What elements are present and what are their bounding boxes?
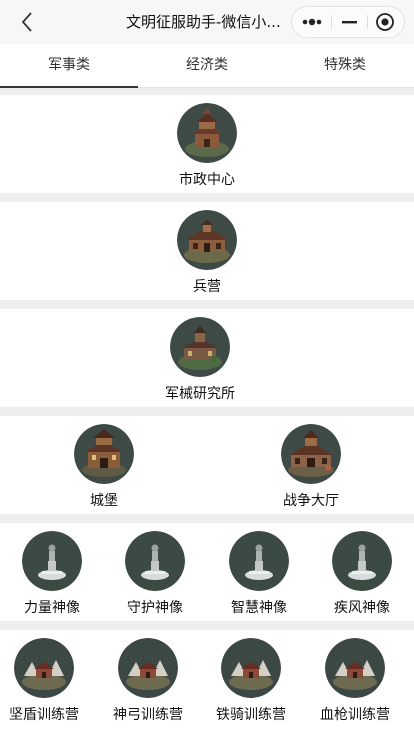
training-camp-icon xyxy=(325,638,385,698)
navigation-bar: 文明征服助手-微信小... xyxy=(0,0,414,44)
section-armory: 军械研究所 xyxy=(0,309,414,407)
target-close-icon xyxy=(376,13,394,31)
building-label: 铁骑训练营 xyxy=(216,707,286,723)
building-card[interactable]: 力量神像 xyxy=(0,531,104,617)
page-title: 文明征服助手-微信小... xyxy=(126,13,281,31)
section-statues: 力量神像 守护神像 智慧神像 疾风神像 xyxy=(0,523,414,621)
building-label: 血枪训练营 xyxy=(320,707,390,723)
tab-economy[interactable]: 经济类 xyxy=(138,44,276,86)
building-card[interactable]: 神弓训练营 xyxy=(96,638,200,724)
statue-icon xyxy=(125,531,185,591)
more-button[interactable] xyxy=(292,7,331,37)
city-hall-icon xyxy=(177,103,237,163)
statue-icon xyxy=(332,531,392,591)
castle-icon xyxy=(74,424,134,484)
building-label: 军械研究所 xyxy=(165,386,235,402)
chevron-left-icon xyxy=(21,12,32,32)
section-training-camps: 坚盾训练营 神弓训练营 铁骑训练营 血枪训练营 xyxy=(0,630,414,736)
building-label: 神弓训练营 xyxy=(113,707,183,723)
building-label: 市政中心 xyxy=(179,172,235,188)
building-label: 智慧神像 xyxy=(231,600,287,616)
building-label: 兵营 xyxy=(193,279,221,295)
building-label: 力量神像 xyxy=(24,600,80,616)
building-label: 城堡 xyxy=(90,493,118,509)
minimize-button[interactable] xyxy=(332,7,367,37)
tab-military[interactable]: 军事类 xyxy=(0,44,138,88)
building-card[interactable]: 疾风神像 xyxy=(310,531,414,617)
minus-icon xyxy=(342,21,357,24)
building-card[interactable]: 兵营 xyxy=(155,210,259,296)
tab-special[interactable]: 特殊类 xyxy=(276,44,414,86)
building-card[interactable]: 坚盾训练营 xyxy=(0,638,96,724)
building-card[interactable]: 铁骑训练营 xyxy=(199,638,303,724)
building-card[interactable]: 智慧神像 xyxy=(207,531,311,617)
barracks-icon xyxy=(177,210,237,270)
section-barracks: 兵营 xyxy=(0,202,414,300)
building-label: 战争大厅 xyxy=(283,493,339,509)
war-hall-icon xyxy=(281,424,341,484)
building-card[interactable]: 军械研究所 xyxy=(148,317,252,403)
training-camp-icon xyxy=(221,638,281,698)
training-camp-icon xyxy=(14,638,74,698)
building-card[interactable]: 战争大厅 xyxy=(259,424,363,510)
close-button[interactable] xyxy=(368,7,405,37)
building-card[interactable]: 城堡 xyxy=(52,424,156,510)
back-button[interactable] xyxy=(14,10,42,34)
section-city-hall: 市政中心 xyxy=(0,95,414,193)
building-card[interactable]: 血枪训练营 xyxy=(303,638,407,724)
building-label: 疾风神像 xyxy=(334,600,390,616)
building-card[interactable]: 市政中心 xyxy=(155,103,259,189)
section-castle-warhall: 城堡 战争大厅 xyxy=(0,416,414,514)
more-dots-icon xyxy=(302,18,322,26)
training-camp-icon xyxy=(118,638,178,698)
building-label: 坚盾训练营 xyxy=(9,707,79,723)
building-card[interactable]: 守护神像 xyxy=(103,531,207,617)
armory-icon xyxy=(170,317,230,377)
mini-program-capsule xyxy=(291,6,405,38)
category-tabs: 军事类 经济类 特殊类 xyxy=(0,44,414,88)
statue-icon xyxy=(22,531,82,591)
statue-icon xyxy=(229,531,289,591)
building-label: 守护神像 xyxy=(127,600,183,616)
